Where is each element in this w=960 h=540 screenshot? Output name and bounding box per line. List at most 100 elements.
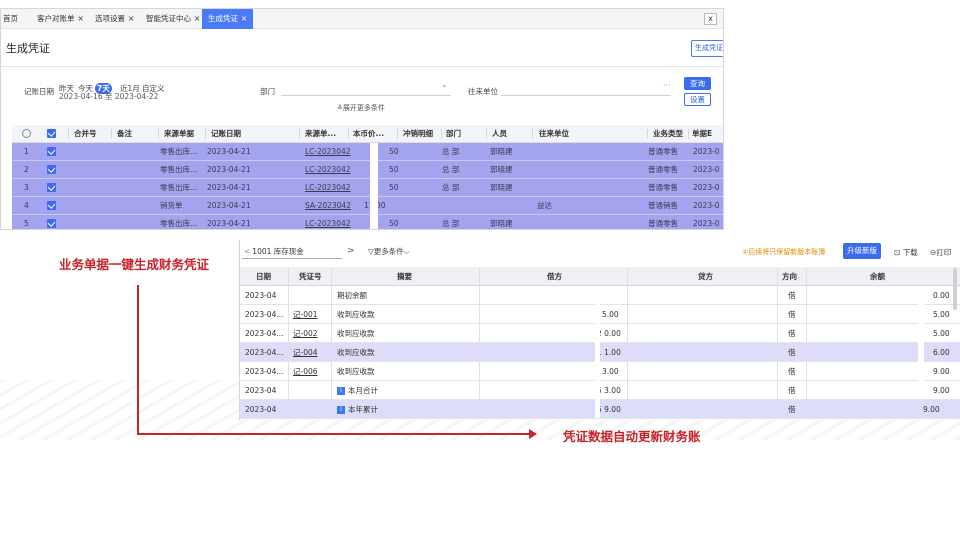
col-person[interactable]: 人员 [492, 125, 507, 143]
row-checkbox[interactable] [47, 219, 56, 228]
col-remark[interactable]: 备注 [117, 125, 132, 143]
table-row[interactable]: 2023-04... 记-006 收到应收款 3.00 借 9.00 [240, 362, 960, 381]
summary-cell: 期初余额 [337, 286, 367, 305]
col-debit[interactable]: 借方 [547, 267, 562, 286]
table-row[interactable]: 4 销货单 2023-04-21 SA-2023042 11 00 益达 普通销… [12, 197, 723, 215]
select-all-checkbox[interactable] [47, 129, 56, 138]
debit-cell: 3.00 [602, 367, 619, 376]
table-row[interactable]: 3 零售出库... 2023-04-21 LC-2023042 50 总 部 郭… [12, 179, 723, 197]
direction-cell: 借 [788, 310, 796, 319]
table-row[interactable]: 2 零售出库... 2023-04-21 LC-2023042 50 总 部 郭… [12, 161, 723, 179]
row-checkbox[interactable] [47, 147, 56, 156]
tab-smart-voucher-center[interactable]: 智能凭证中心 × [146, 9, 200, 29]
redaction-mask [918, 286, 924, 398]
voucher-link[interactable]: 记-002 [293, 324, 318, 343]
close-icon[interactable]: × [128, 14, 134, 23]
direction-cell: 借 [788, 329, 796, 338]
source-no-link[interactable]: LC-2023042 [305, 143, 351, 161]
col-writeoff[interactable]: 冲销明细 [403, 125, 433, 143]
col-amount[interactable]: 本币价... [353, 125, 384, 143]
close-icon[interactable]: × [194, 14, 200, 23]
biz-type-cell: 普通零售 [648, 219, 678, 228]
table-row[interactable]: 2023-04 i 本月合计 5 3.00 借 9.00 [240, 381, 960, 400]
col-direction[interactable]: 方向 [782, 267, 797, 286]
col-source-doc[interactable]: 来源单据 [164, 125, 194, 143]
date-cell: 2023-04-21 [207, 219, 251, 228]
chevron-down-icon[interactable]: ⌄ [441, 80, 448, 89]
source-no-link[interactable]: LC-2023042 [305, 215, 351, 229]
col-source-no[interactable]: 来源单... [305, 125, 336, 143]
col-voucher-no[interactable]: 凭证号 [299, 267, 322, 286]
col-summary[interactable]: 摘要 [397, 267, 412, 286]
date-cell: 2023-04-21 [207, 165, 251, 174]
table-row[interactable]: 2023-04... 记-001 收到应收款 5.00 借 5.00 [240, 305, 960, 324]
source-no-link[interactable]: LC-2023042 [305, 179, 351, 197]
voucher-link[interactable]: 记-006 [293, 362, 318, 381]
download-button[interactable]: ⊡ 下载 [894, 247, 918, 258]
source-doc-cell: 零售出库... [160, 147, 198, 156]
tab-generate-voucher[interactable]: 生成凭证 × [202, 9, 254, 29]
print-button[interactable]: ⊖打印 [930, 247, 951, 258]
close-icon[interactable]: × [241, 14, 247, 23]
source-doc-cell: 零售出库... [160, 183, 198, 192]
table-row[interactable]: 2023-04 i 本年累计 5 9.00 借 9.00 [240, 400, 960, 419]
tab-options[interactable]: 选项设置 × [95, 9, 134, 29]
summary-cell: i 本年累计 [337, 400, 378, 419]
source-no-link[interactable]: LC-2023042 [305, 161, 351, 179]
partner-cell: 益达 [537, 201, 552, 210]
amount-cell: 50 [389, 165, 399, 174]
table-row[interactable]: 5 零售出库... 2023-04-21 LC-2023042 50 总 部 郭… [12, 215, 723, 229]
col-credit[interactable]: 贷方 [698, 267, 713, 286]
col-doc-date[interactable]: 单据E [692, 125, 712, 143]
column-separator [479, 267, 480, 419]
table-row[interactable]: 2023-04 期初余额 借 0.00 [240, 286, 960, 305]
page-title: 生成凭证 [6, 42, 50, 55]
close-icon[interactable]: × [78, 14, 84, 23]
tab-home[interactable]: 首页 [3, 9, 18, 29]
date-cell: 2023-04... [245, 348, 284, 357]
partner-select[interactable] [501, 95, 671, 96]
row-checkbox[interactable] [47, 201, 56, 210]
generate-voucher-button[interactable]: 生成凭证 [691, 40, 723, 57]
table-row[interactable]: 2023-04... 记-004 收到应收款 1 1.00 借 6.00 [240, 343, 960, 362]
row-checkbox[interactable] [47, 183, 56, 192]
more-conditions-button[interactable]: ▽更多条件⌵ [368, 246, 409, 257]
more-dots-icon[interactable]: ··· [663, 81, 671, 90]
column-separator [441, 129, 442, 139]
chevron-left-icon[interactable]: < [244, 247, 250, 256]
balance-cell: 6.00 [933, 348, 950, 357]
tab-label: 首页 [3, 14, 18, 23]
chevron-right-icon[interactable]: > [347, 246, 355, 256]
col-biz-type[interactable]: 业务类型 [653, 125, 683, 143]
col-dept[interactable]: 部门 [446, 125, 461, 143]
window-close-button[interactable]: x [704, 13, 717, 25]
table-row[interactable]: 1 零售出库... 2023-04-21 LC-2023042 50 总 部 郭… [12, 143, 723, 161]
row-checkbox[interactable] [47, 165, 56, 174]
col-partner[interactable]: 往来单位 [539, 125, 569, 143]
row-index: 4 [24, 201, 29, 210]
tab-customer-statement[interactable]: 客户对账单 × [37, 9, 84, 29]
voucher-link[interactable]: 记-004 [293, 343, 318, 362]
col-posting-date[interactable]: 记账日期 [211, 125, 241, 143]
col-balance[interactable]: 余额 [870, 267, 885, 286]
date-range-value[interactable]: 2023-04-16 至 2023-04-22 [59, 91, 158, 102]
date-cell: 2023-04-21 [207, 183, 251, 192]
upgrade-button[interactable]: 升级新版 [843, 243, 881, 259]
summary-text: 收到应收款 [337, 348, 375, 357]
col-merge-no[interactable]: 合并号 [74, 125, 97, 143]
voucher-generator-window: 首页 客户对账单 × 选项设置 × 智能凭证中心 × 生成凭证 × x 生成凭证 生成凭… [0, 8, 724, 230]
account-select[interactable]: <1001 库存现金 [242, 244, 342, 259]
tab-label: 选项设置 [95, 14, 125, 23]
table-row[interactable]: 2023-04... 记-002 收到应收款 2 0.00 借 5.00 [240, 324, 960, 343]
dept-select[interactable] [281, 95, 451, 96]
person-cell: 郭晓建 [490, 219, 513, 228]
col-date[interactable]: 日期 [256, 267, 271, 286]
gear-icon[interactable] [22, 129, 31, 138]
query-button[interactable]: 查询 [684, 77, 711, 90]
expand-more-conditions[interactable]: ≚展开更多条件 [337, 103, 385, 113]
settings-button[interactable]: 设置 [684, 93, 711, 106]
vertical-scrollbar[interactable] [953, 268, 957, 310]
source-no-link[interactable]: SA-2023042 [305, 197, 351, 215]
voucher-link[interactable]: 记-001 [293, 305, 318, 324]
slide-canvas: 首页 客户对账单 × 选项设置 × 智能凭证中心 × 生成凭证 × x 生成凭证 生成凭… [0, 0, 960, 540]
